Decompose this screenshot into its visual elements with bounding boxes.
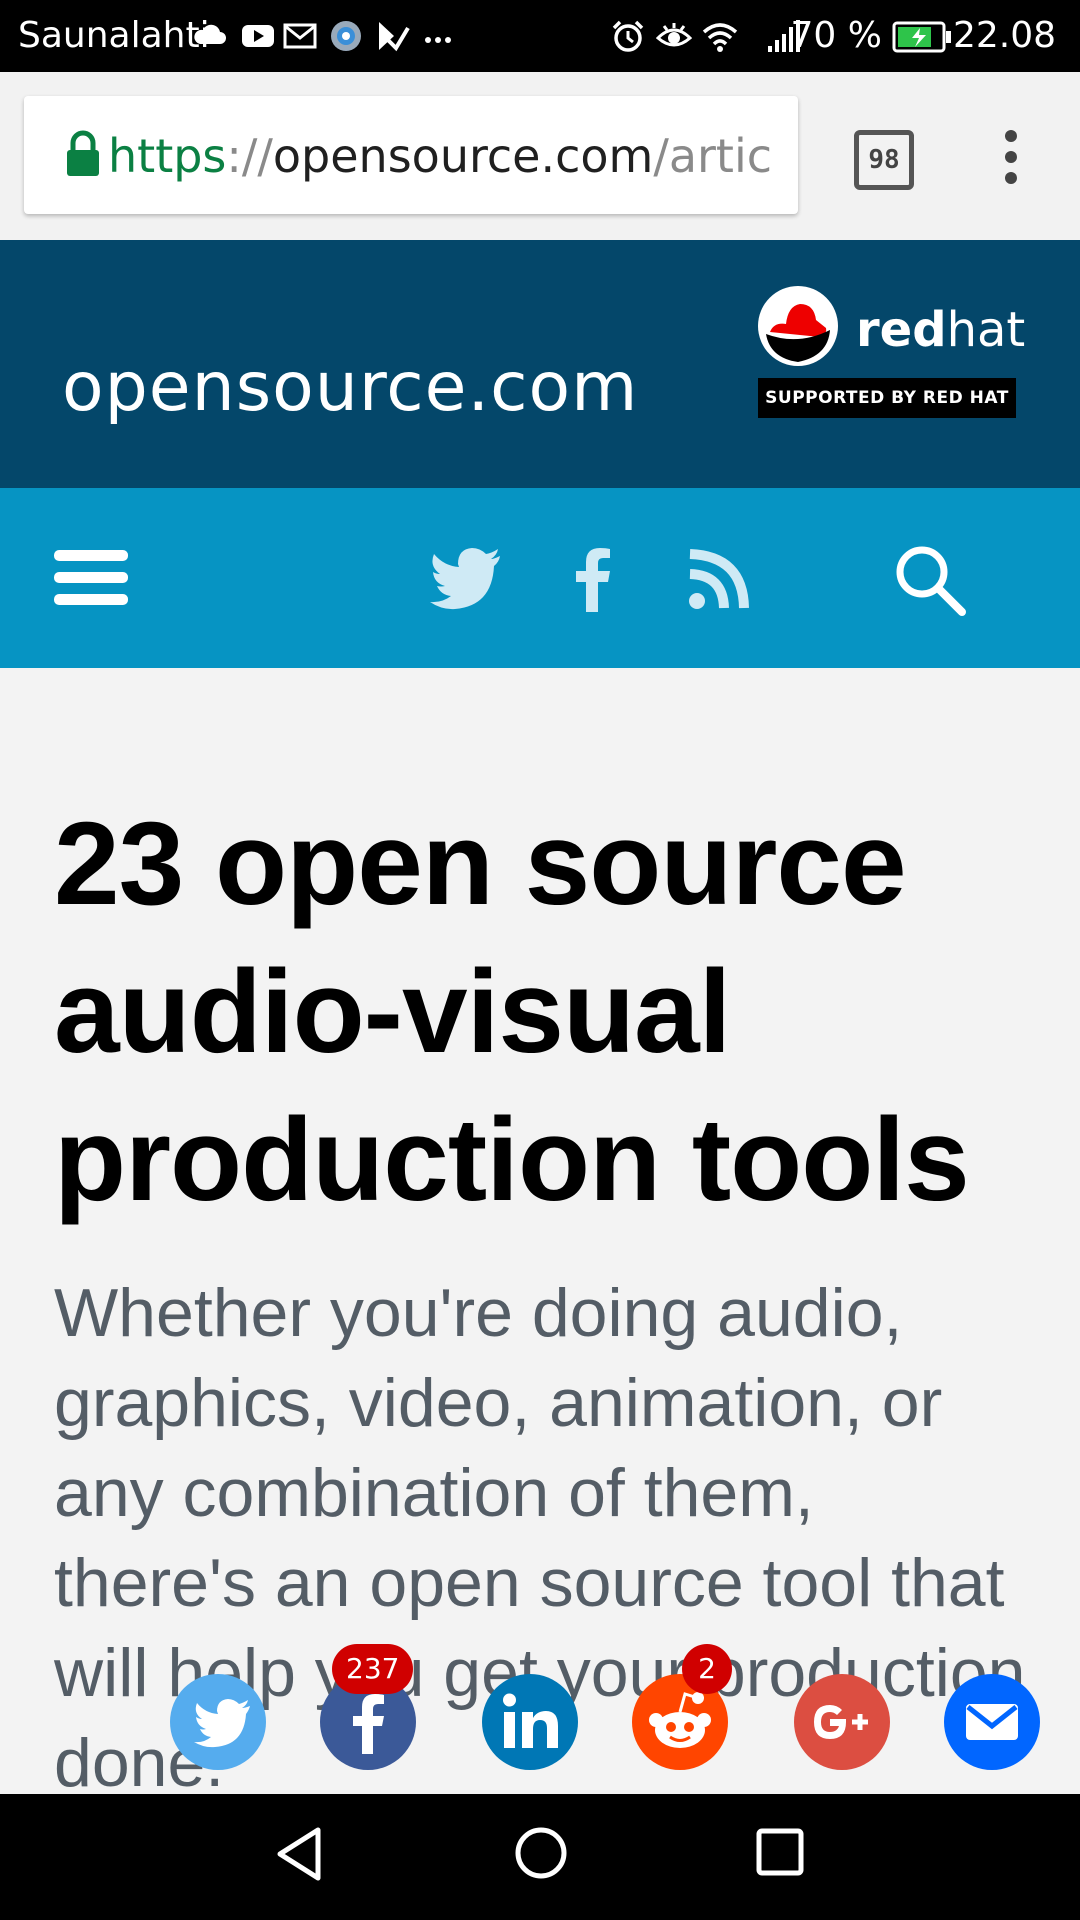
linkedin-icon xyxy=(503,1693,558,1748)
share-twitter-button[interactable] xyxy=(170,1674,266,1770)
eye-icon xyxy=(656,23,692,47)
recents-icon[interactable] xyxy=(756,1828,804,1876)
clock: 22.08 xyxy=(952,15,1056,56)
article-title: 23 open source audio-visual production t… xyxy=(54,798,970,1226)
check-icon xyxy=(379,22,410,52)
battery-percent: 70 % xyxy=(790,15,882,56)
alarm-icon xyxy=(612,20,644,52)
reddit-share-count: 2 xyxy=(682,1644,732,1694)
battery-icon xyxy=(892,21,951,53)
status-bar: Saunalahti 70 % 22.08 xyxy=(0,0,1080,72)
carrier-name: Saunalahti xyxy=(18,15,210,56)
app-icon xyxy=(331,21,361,51)
url-scheme: https xyxy=(108,129,227,183)
redhat-light: hat xyxy=(946,302,1026,358)
cloud-icon xyxy=(194,24,226,44)
share-email-button[interactable] xyxy=(944,1674,1040,1770)
share-googleplus-button[interactable] xyxy=(794,1674,890,1770)
url-separator: :// xyxy=(226,129,273,183)
redhat-logo-icon[interactable] xyxy=(756,284,840,368)
url-text[interactable]: https://opensource.com/articl xyxy=(108,126,772,186)
search-icon[interactable] xyxy=(894,544,966,616)
twitter-icon[interactable] xyxy=(430,548,502,610)
email-icon xyxy=(966,1704,1018,1740)
tabs-button[interactable]: 98 xyxy=(854,130,914,190)
facebook-share-count: 237 xyxy=(332,1644,414,1694)
rss-icon[interactable] xyxy=(688,548,750,610)
system-nav-bar xyxy=(0,1794,1080,1920)
share-linkedin-button[interactable] xyxy=(482,1674,578,1770)
gmail-icon xyxy=(283,23,317,49)
more-icon xyxy=(425,37,451,43)
wifi-icon xyxy=(702,23,738,52)
home-icon[interactable] xyxy=(514,1826,568,1880)
back-icon[interactable] xyxy=(274,1826,326,1882)
menu-icon[interactable] xyxy=(52,546,130,610)
facebook-icon[interactable] xyxy=(572,548,612,612)
redhat-bold: red xyxy=(856,302,947,358)
googleplus-icon xyxy=(814,1705,868,1739)
url-host: opensource.com xyxy=(272,129,654,183)
overflow-menu-icon[interactable] xyxy=(996,128,1026,186)
redhat-wordmark: redhat xyxy=(856,300,1025,360)
twitter-icon xyxy=(194,1699,250,1748)
youtube-icon xyxy=(242,25,274,47)
redhat-badge: SUPPORTED BY RED HAT xyxy=(758,378,1016,418)
site-logo[interactable]: opensource.com xyxy=(62,348,638,428)
lock-icon xyxy=(67,130,99,176)
tab-count: 98 xyxy=(868,145,900,175)
url-path: /articl xyxy=(653,129,772,183)
